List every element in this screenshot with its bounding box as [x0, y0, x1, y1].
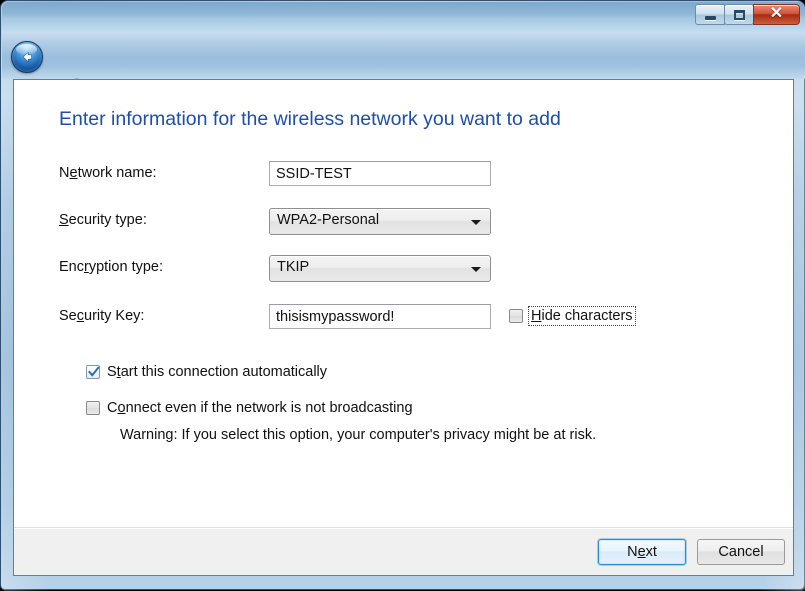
back-arrow-icon	[22, 51, 32, 63]
client-area: Enter information for the wireless netwo…	[13, 79, 794, 576]
encryption-type-dropdown[interactable]: TKIP	[269, 255, 491, 282]
minimize-button[interactable]	[695, 4, 725, 25]
network-name-input[interactable]: SSID-TEST	[269, 161, 491, 186]
security-type-dropdown[interactable]: WPA2-Personal	[269, 208, 491, 235]
security-type-label: Security type:	[59, 212, 147, 228]
checkmark-icon	[88, 366, 100, 377]
maximize-icon	[733, 9, 745, 20]
close-icon: ✕	[769, 5, 784, 22]
title-bar: ✕	[2, 2, 805, 32]
next-button[interactable]: Ne xt	[598, 539, 686, 565]
navigation-bar: Manually connect to a wireless network	[2, 32, 805, 96]
start-automatically-label[interactable]: Start this connection automatically	[107, 364, 327, 380]
hide-characters-label[interactable]: Hide characters	[528, 306, 636, 326]
close-button[interactable]: ✕	[753, 4, 800, 25]
maximize-button[interactable]	[724, 4, 754, 25]
connect-not-broadcasting-checkbox[interactable]	[86, 401, 100, 415]
start-automatically-row[interactable]: Start this connection automatically	[86, 364, 327, 380]
window-frame: ✕ Manually connect to a wireless network…	[0, 0, 805, 591]
cancel-button[interactable]: Cancel	[697, 539, 785, 565]
hide-characters-checkbox[interactable]	[509, 309, 523, 323]
dialog-footer: Ne xt Cancel	[14, 527, 793, 575]
security-type-value: WPA2-Personal	[277, 212, 380, 228]
back-button[interactable]	[11, 41, 43, 73]
security-key-input[interactable]: thisismypassword!	[269, 304, 491, 329]
chevron-down-icon	[471, 267, 481, 272]
start-automatically-checkbox[interactable]	[86, 365, 100, 379]
minimize-icon	[704, 15, 716, 20]
security-key-label: Security Key:	[59, 308, 145, 324]
page-title: Enter information for the wireless netwo…	[59, 108, 561, 130]
network-name-label: Network name:	[59, 165, 157, 181]
hide-characters-checkbox-row[interactable]: Hide characters	[509, 306, 636, 326]
encryption-type-value: TKIP	[277, 259, 310, 275]
encryption-type-label: Encryption type:	[59, 259, 164, 275]
connect-not-broadcasting-row[interactable]: Connect even if the network is not broad…	[86, 400, 413, 416]
window-controls: ✕	[695, 4, 800, 26]
chevron-down-icon	[471, 220, 481, 225]
connect-not-broadcasting-label[interactable]: Connect even if the network is not broad…	[107, 400, 413, 416]
privacy-warning-text: Warning: If you select this option, your…	[120, 427, 597, 443]
